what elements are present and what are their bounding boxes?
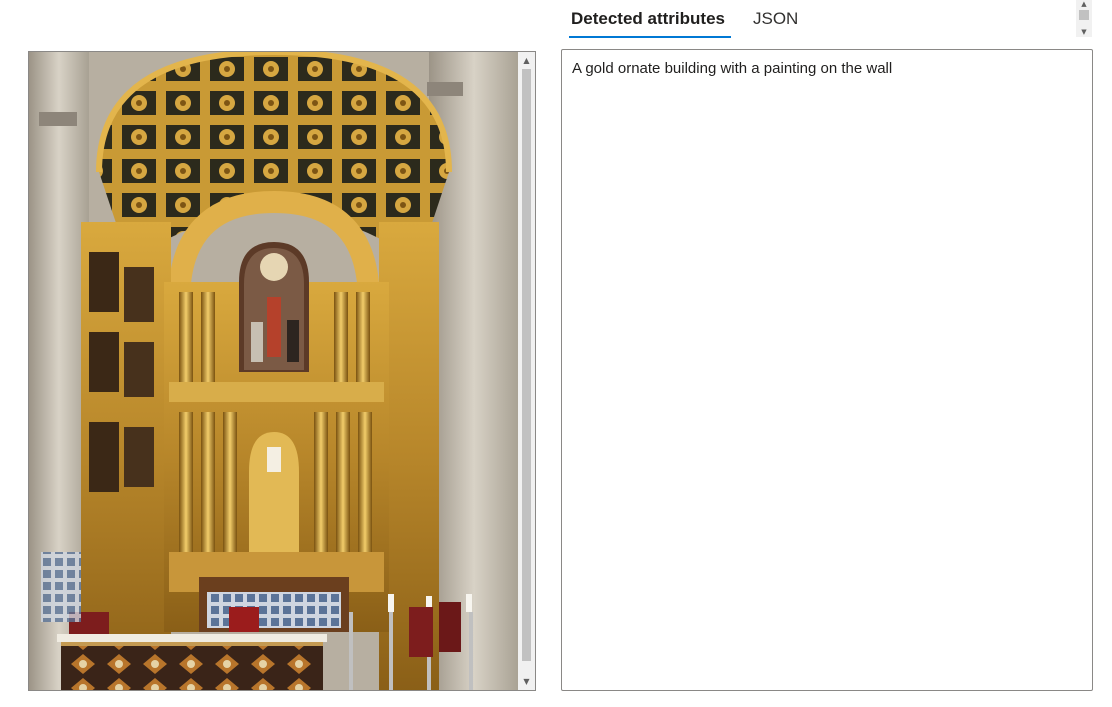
tabs-scroll-thumb[interactable] — [1079, 10, 1089, 20]
image-caption-text: A gold ornate building with a painting o… — [572, 60, 893, 77]
scroll-thumb[interactable] — [522, 69, 531, 661]
image-preview-panel[interactable]: ▲ ▼ — [28, 51, 536, 691]
scroll-up-arrow-icon[interactable]: ▲ — [518, 52, 535, 69]
tab-detected-attributes[interactable]: Detected attributes — [565, 0, 731, 38]
tabs-scroll-up-icon[interactable]: ▲ — [1076, 0, 1092, 9]
tabs-scroll-down-icon[interactable]: ▼ — [1076, 28, 1092, 37]
scroll-down-arrow-icon[interactable]: ▼ — [518, 673, 535, 690]
church-altar-image — [29, 52, 519, 690]
app-root: ▲ ▼ Detected attributes JSON ▲ ▼ A gold … — [0, 0, 1112, 707]
detected-attributes-output[interactable]: A gold ornate building with a painting o… — [561, 49, 1093, 691]
tab-json[interactable]: JSON — [747, 0, 804, 38]
image-vertical-scrollbar[interactable]: ▲ ▼ — [518, 52, 535, 690]
result-tabs: Detected attributes JSON — [565, 0, 820, 40]
tabs-scrollbar[interactable]: ▲ ▼ — [1076, 0, 1092, 37]
